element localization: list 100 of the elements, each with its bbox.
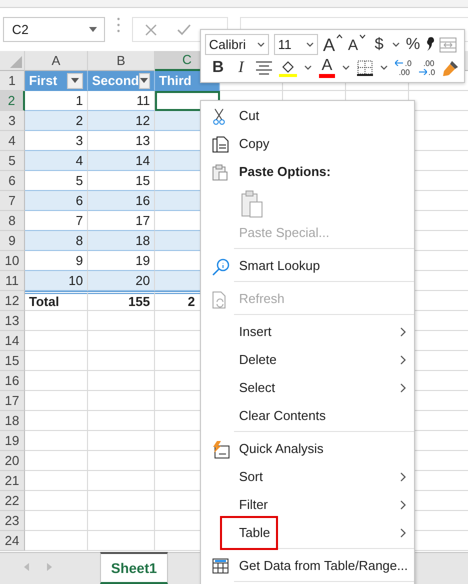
cell-reference: C2 [12, 20, 29, 39]
menu-item[interactable]: Get Data from Table/Range... [201, 552, 414, 580]
column-header[interactable]: A [25, 51, 88, 71]
font-size: 11 [278, 36, 292, 54]
filter-button[interactable] [138, 72, 150, 88]
increase-decimal-button[interactable]: .0 .00 [395, 57, 412, 78]
menu-item[interactable]: Quick Analysis [201, 435, 414, 463]
size-dropdown[interactable]: 11 [274, 34, 318, 55]
menu-item[interactable]: Smart Lookup [201, 252, 414, 280]
caret-icon [140, 78, 148, 83]
table-cell: 155 [88, 291, 155, 311]
comma-icon[interactable] [426, 36, 434, 52]
dropdown-icon [89, 26, 98, 33]
sheet-tab[interactable]: Sheet1 [100, 552, 168, 584]
table-cell [25, 431, 88, 451]
column-title: Second [92, 72, 139, 90]
row-header[interactable]: 17 [0, 391, 25, 411]
font-dropdown[interactable]: Calibri [205, 34, 269, 55]
menu-item[interactable]: Filter [201, 491, 414, 519]
menu-item[interactable]: Cut [201, 102, 414, 130]
paintbrush-icon[interactable] [442, 58, 460, 76]
chevron-right-icon [400, 500, 406, 510]
column-header[interactable]: B [88, 51, 155, 71]
borders-icon[interactable] [357, 60, 373, 76]
chevron-right-icon [400, 355, 406, 365]
decimal-glyph: .0 [404, 58, 412, 68]
row-header[interactable]: 22 [0, 491, 25, 511]
table-cell: 12 [88, 111, 155, 131]
row-header[interactable]: 16 [0, 371, 25, 391]
row-header[interactable]: 18 [0, 411, 25, 431]
row-header[interactable]: 21 [0, 471, 25, 491]
clipboard-icon [212, 164, 228, 181]
triangle-icon [10, 56, 22, 68]
font-name: Calibri [209, 36, 246, 54]
table-cell: 4 [25, 151, 88, 171]
copy-icon [212, 136, 229, 153]
chevron-right-icon [400, 528, 406, 538]
row-header[interactable]: 9 [0, 231, 25, 251]
row-header[interactable]: 19 [0, 431, 25, 451]
caret-icon[interactable] [342, 64, 350, 71]
table-cell [25, 311, 88, 331]
row-header[interactable]: 6 [0, 171, 25, 191]
row-header[interactable]: 12 [0, 291, 25, 311]
check-icon[interactable] [177, 24, 191, 36]
row-header[interactable]: 3 [0, 111, 25, 131]
row-header[interactable]: 8 [0, 211, 25, 231]
font-glyph: A [348, 38, 358, 53]
toolbar-button[interactable]: $ [371, 34, 388, 55]
decrease-decimal-button[interactable]: .00 .0 [418, 57, 435, 78]
quick-analysis-icon [212, 441, 230, 459]
table-cell: 8 [25, 231, 88, 251]
name-box[interactable]: C2 [3, 17, 105, 42]
caret-icon[interactable] [380, 64, 388, 71]
merge-cells-icon[interactable] [439, 36, 458, 52]
toolbar-button[interactable]: I [233, 57, 249, 78]
table-cell [25, 511, 88, 531]
row-header[interactable]: 13 [0, 311, 25, 331]
row-header[interactable]: 20 [0, 451, 25, 471]
row-header[interactable]: 11 [0, 271, 25, 291]
align-center-icon[interactable] [256, 60, 272, 74]
chevron-right-icon [400, 327, 406, 337]
fill-color-icon[interactable] [279, 58, 297, 76]
menu-item[interactable]: Sort [201, 463, 414, 491]
column-title: First [29, 72, 58, 90]
table-cell: 2 [25, 111, 88, 131]
filter-button[interactable] [67, 72, 83, 88]
chevron-right-icon [400, 383, 406, 393]
caret-icon[interactable] [392, 41, 400, 48]
menu-item[interactable]: Delete [201, 346, 414, 374]
toolbar-button[interactable]: % [405, 34, 422, 55]
font-glyph: A [323, 36, 336, 54]
row-header[interactable]: 1 [0, 71, 25, 91]
table-cell: 10 [25, 271, 88, 291]
table-cell [25, 371, 88, 391]
table-icon [212, 558, 229, 574]
table-cell: Total [25, 291, 88, 311]
menu-item[interactable]: Select [201, 374, 414, 402]
menu-item[interactable]: Insert [201, 318, 414, 346]
row-header[interactable]: 10 [0, 251, 25, 271]
row-header[interactable]: 7 [0, 191, 25, 211]
row-header[interactable]: 15 [0, 351, 25, 371]
row-header[interactable]: 5 [0, 151, 25, 171]
caret-icon [257, 41, 265, 48]
row-header[interactable]: 14 [0, 331, 25, 351]
row-header[interactable]: 4 [0, 131, 25, 151]
caret-icon[interactable] [304, 64, 312, 71]
menu-item[interactable]: Clear Contents [201, 402, 414, 430]
row-header[interactable]: 23 [0, 511, 25, 531]
row-header[interactable]: 2 [0, 91, 25, 111]
arrow-icon [395, 60, 403, 66]
shrink-font-button[interactable]: A [348, 34, 366, 55]
row-header[interactable]: 24 [0, 531, 25, 551]
table-cell: 18 [88, 231, 155, 251]
menu-item[interactable]: Table [201, 519, 414, 547]
decimal-glyph: .00 [398, 68, 410, 76]
menu-item[interactable]: Copy [201, 130, 414, 158]
table-cell [25, 331, 88, 351]
font-color-button[interactable]: A [319, 58, 335, 78]
active-cell[interactable] [155, 91, 220, 111]
grow-font-button[interactable]: A [323, 34, 344, 55]
